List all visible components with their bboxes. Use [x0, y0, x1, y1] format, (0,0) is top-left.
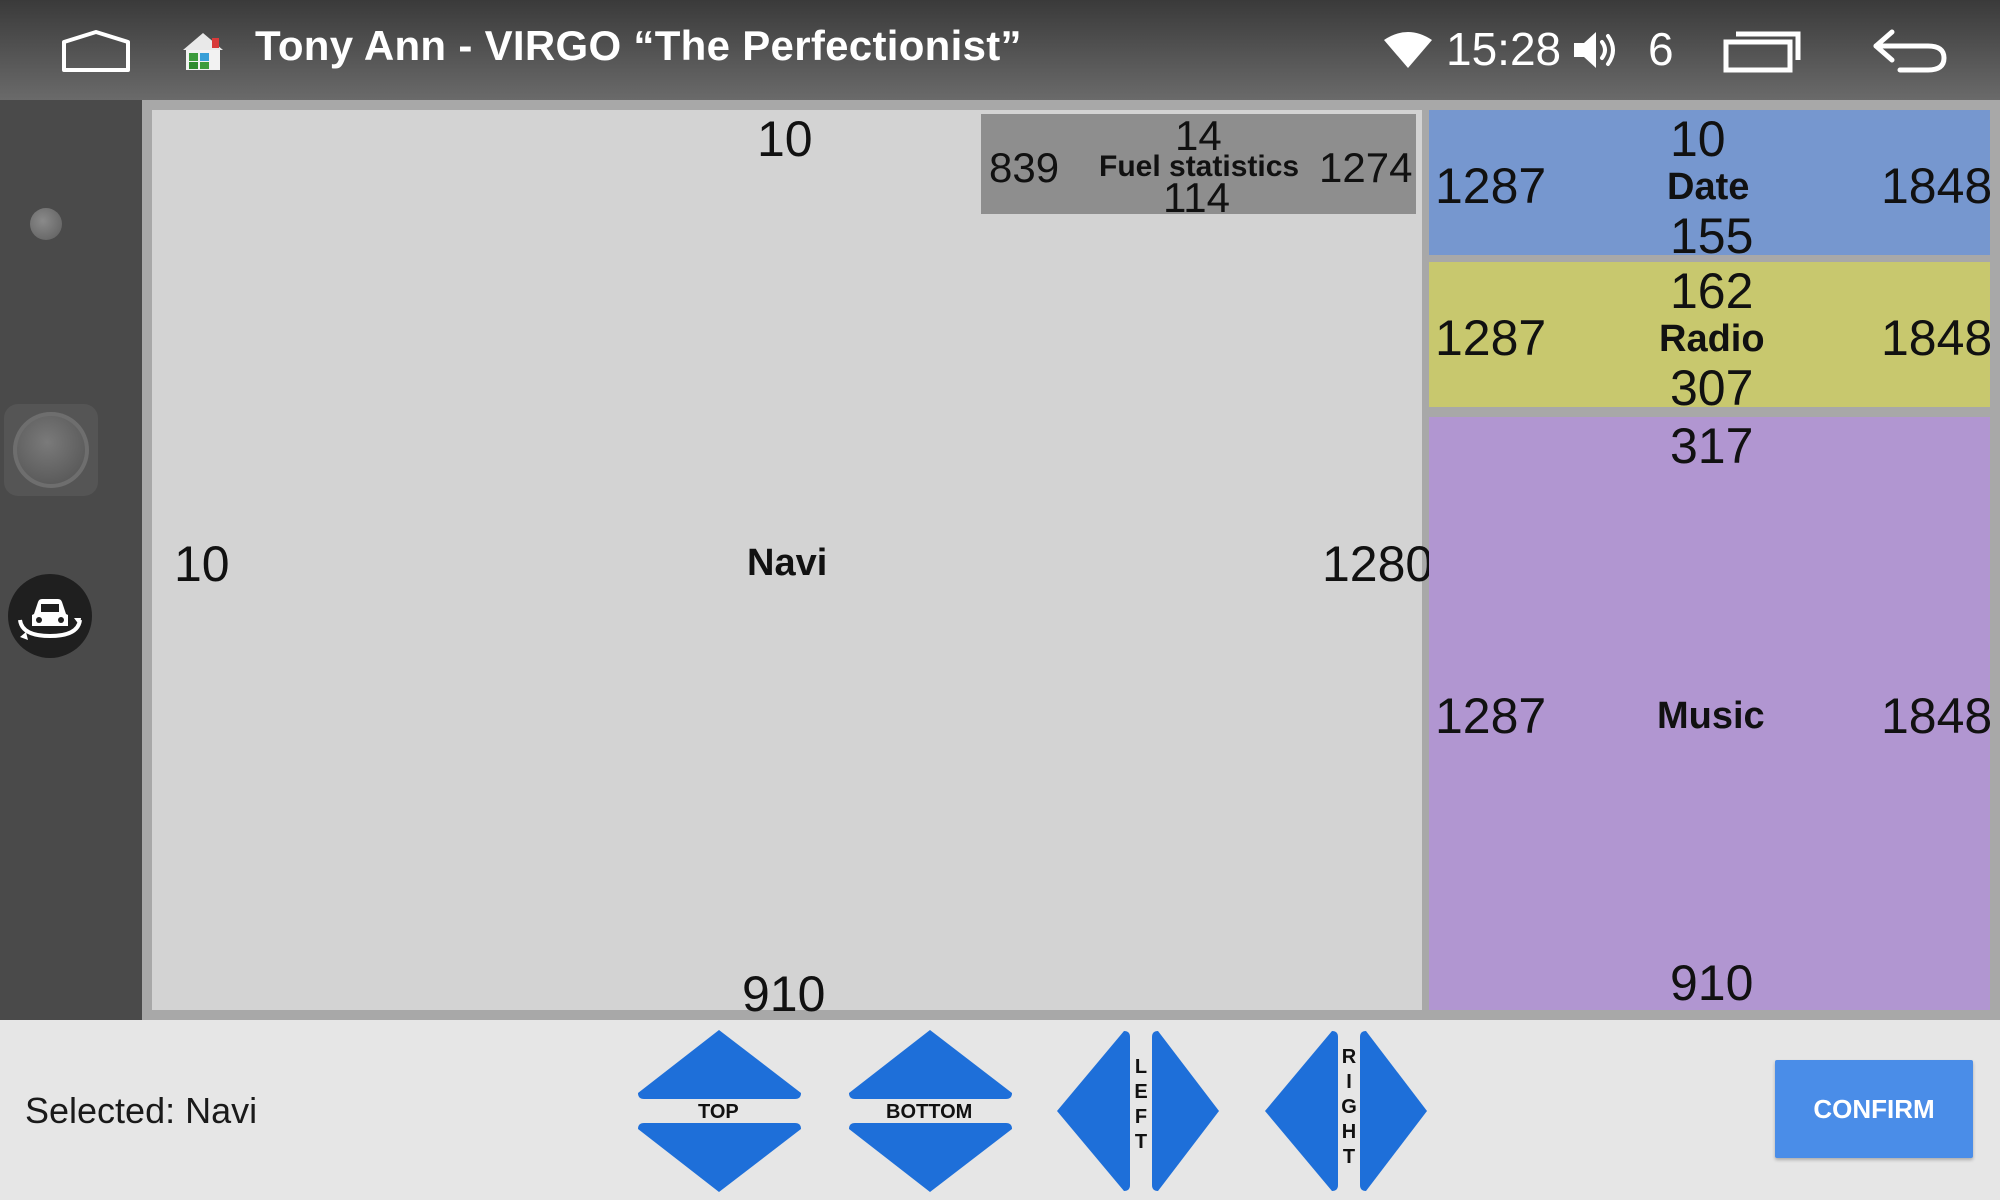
zone-left-value: 839	[989, 144, 1060, 191]
bottom-control-label: BOTTOM	[886, 1101, 973, 1123]
volume-level: 6	[1648, 23, 1674, 75]
left-edge-control: L E F T	[1052, 1025, 1224, 1197]
zone-left-value: 1287	[1435, 158, 1547, 214]
zone-fuel-statistics[interactable]: 14 839 Fuel statistics 1274 114	[981, 112, 1416, 221]
zone-left-value: 10	[174, 536, 230, 592]
bottom-edge-up-arrow[interactable]	[849, 1030, 1012, 1099]
zone-radio[interactable]: 162 1287 Radio 1848 307	[1429, 262, 1993, 416]
zone-label: Date	[1667, 166, 1750, 208]
zone-bottom-value: 910	[1670, 955, 1754, 1011]
zone-top-value: 10	[1670, 111, 1726, 167]
zone-top-value: 162	[1670, 263, 1754, 319]
car-rotate-icon[interactable]	[8, 574, 92, 658]
right-edge-left-arrow[interactable]	[1265, 1031, 1338, 1191]
volume-icon[interactable]	[1572, 28, 1622, 72]
status-bar: Tony Ann - VIRGO “The Perfectionist” 15:…	[0, 0, 2000, 100]
top-control-label: TOP	[698, 1101, 739, 1123]
recent-apps-icon[interactable]	[1722, 30, 1802, 74]
left-sidebar	[0, 100, 142, 1020]
zone-navi[interactable]: 10 10 1280 Navi 910	[152, 110, 1433, 1022]
zone-bottom-value: 155	[1670, 208, 1754, 264]
zone-left-value: 1287	[1435, 688, 1547, 744]
zone-bottom-value: 910	[742, 966, 826, 1022]
joystick-icon[interactable]	[4, 404, 98, 496]
clock: 15:28	[1446, 23, 1562, 75]
right-edge-control: R I G H T	[1260, 1025, 1432, 1197]
zone-right-value: 1280	[1322, 536, 1434, 592]
left-edge-left-arrow[interactable]	[1057, 1031, 1130, 1191]
zone-right-value: 1274	[1319, 144, 1413, 191]
zone-date[interactable]: 10 1287 Date 1848 155	[1429, 110, 1993, 264]
zone-bottom-value: 114	[1163, 174, 1230, 221]
left-edge-right-arrow[interactable]	[1152, 1031, 1219, 1191]
zone-label: Navi	[747, 542, 828, 584]
top-edge-control: TOP	[632, 1025, 807, 1197]
app-launcher-icon[interactable]	[180, 30, 226, 72]
dot-indicator-icon[interactable]	[30, 208, 62, 240]
bottom-edge-down-arrow[interactable]	[849, 1123, 1012, 1192]
home-icon[interactable]	[60, 28, 132, 74]
zone-right-value: 1848	[1881, 310, 1993, 366]
right-edge-right-arrow[interactable]	[1360, 1031, 1427, 1191]
zone-label: Radio	[1659, 318, 1765, 360]
zone-top-value: 10	[757, 111, 813, 167]
layout-editor: 10 10 1280 Navi 910 14 839 Fuel statisti…	[142, 100, 2000, 1022]
top-edge-up-arrow[interactable]	[638, 1030, 801, 1099]
top-edge-down-arrow[interactable]	[638, 1123, 801, 1192]
zone-music[interactable]: 317 1287 Music 1848 910	[1429, 417, 1993, 1011]
bottom-edge-control: BOTTOM	[843, 1025, 1018, 1197]
window-title: Tony Ann - VIRGO “The Perfectionist”	[255, 22, 1022, 69]
zone-bottom-value: 307	[1670, 360, 1754, 416]
zone-label: Music	[1657, 695, 1765, 737]
right-control-label: R I G H T	[1341, 1046, 1357, 1168]
wifi-icon	[1382, 30, 1434, 70]
zone-right-value: 1848	[1881, 158, 1993, 214]
left-control-label: L E F T	[1134, 1056, 1148, 1153]
selected-zone-text: Selected: Navi	[25, 1090, 258, 1131]
zone-left-value: 1287	[1435, 310, 1547, 366]
zone-top-value: 317	[1670, 418, 1754, 474]
zone-right-value: 1848	[1881, 688, 1993, 744]
control-bar: Selected: Navi TOP BOTTOM L E F T R I G …	[0, 1020, 2000, 1200]
back-icon[interactable]	[1870, 26, 1950, 76]
confirm-button[interactable]: CONFIRM	[1775, 1060, 1973, 1158]
